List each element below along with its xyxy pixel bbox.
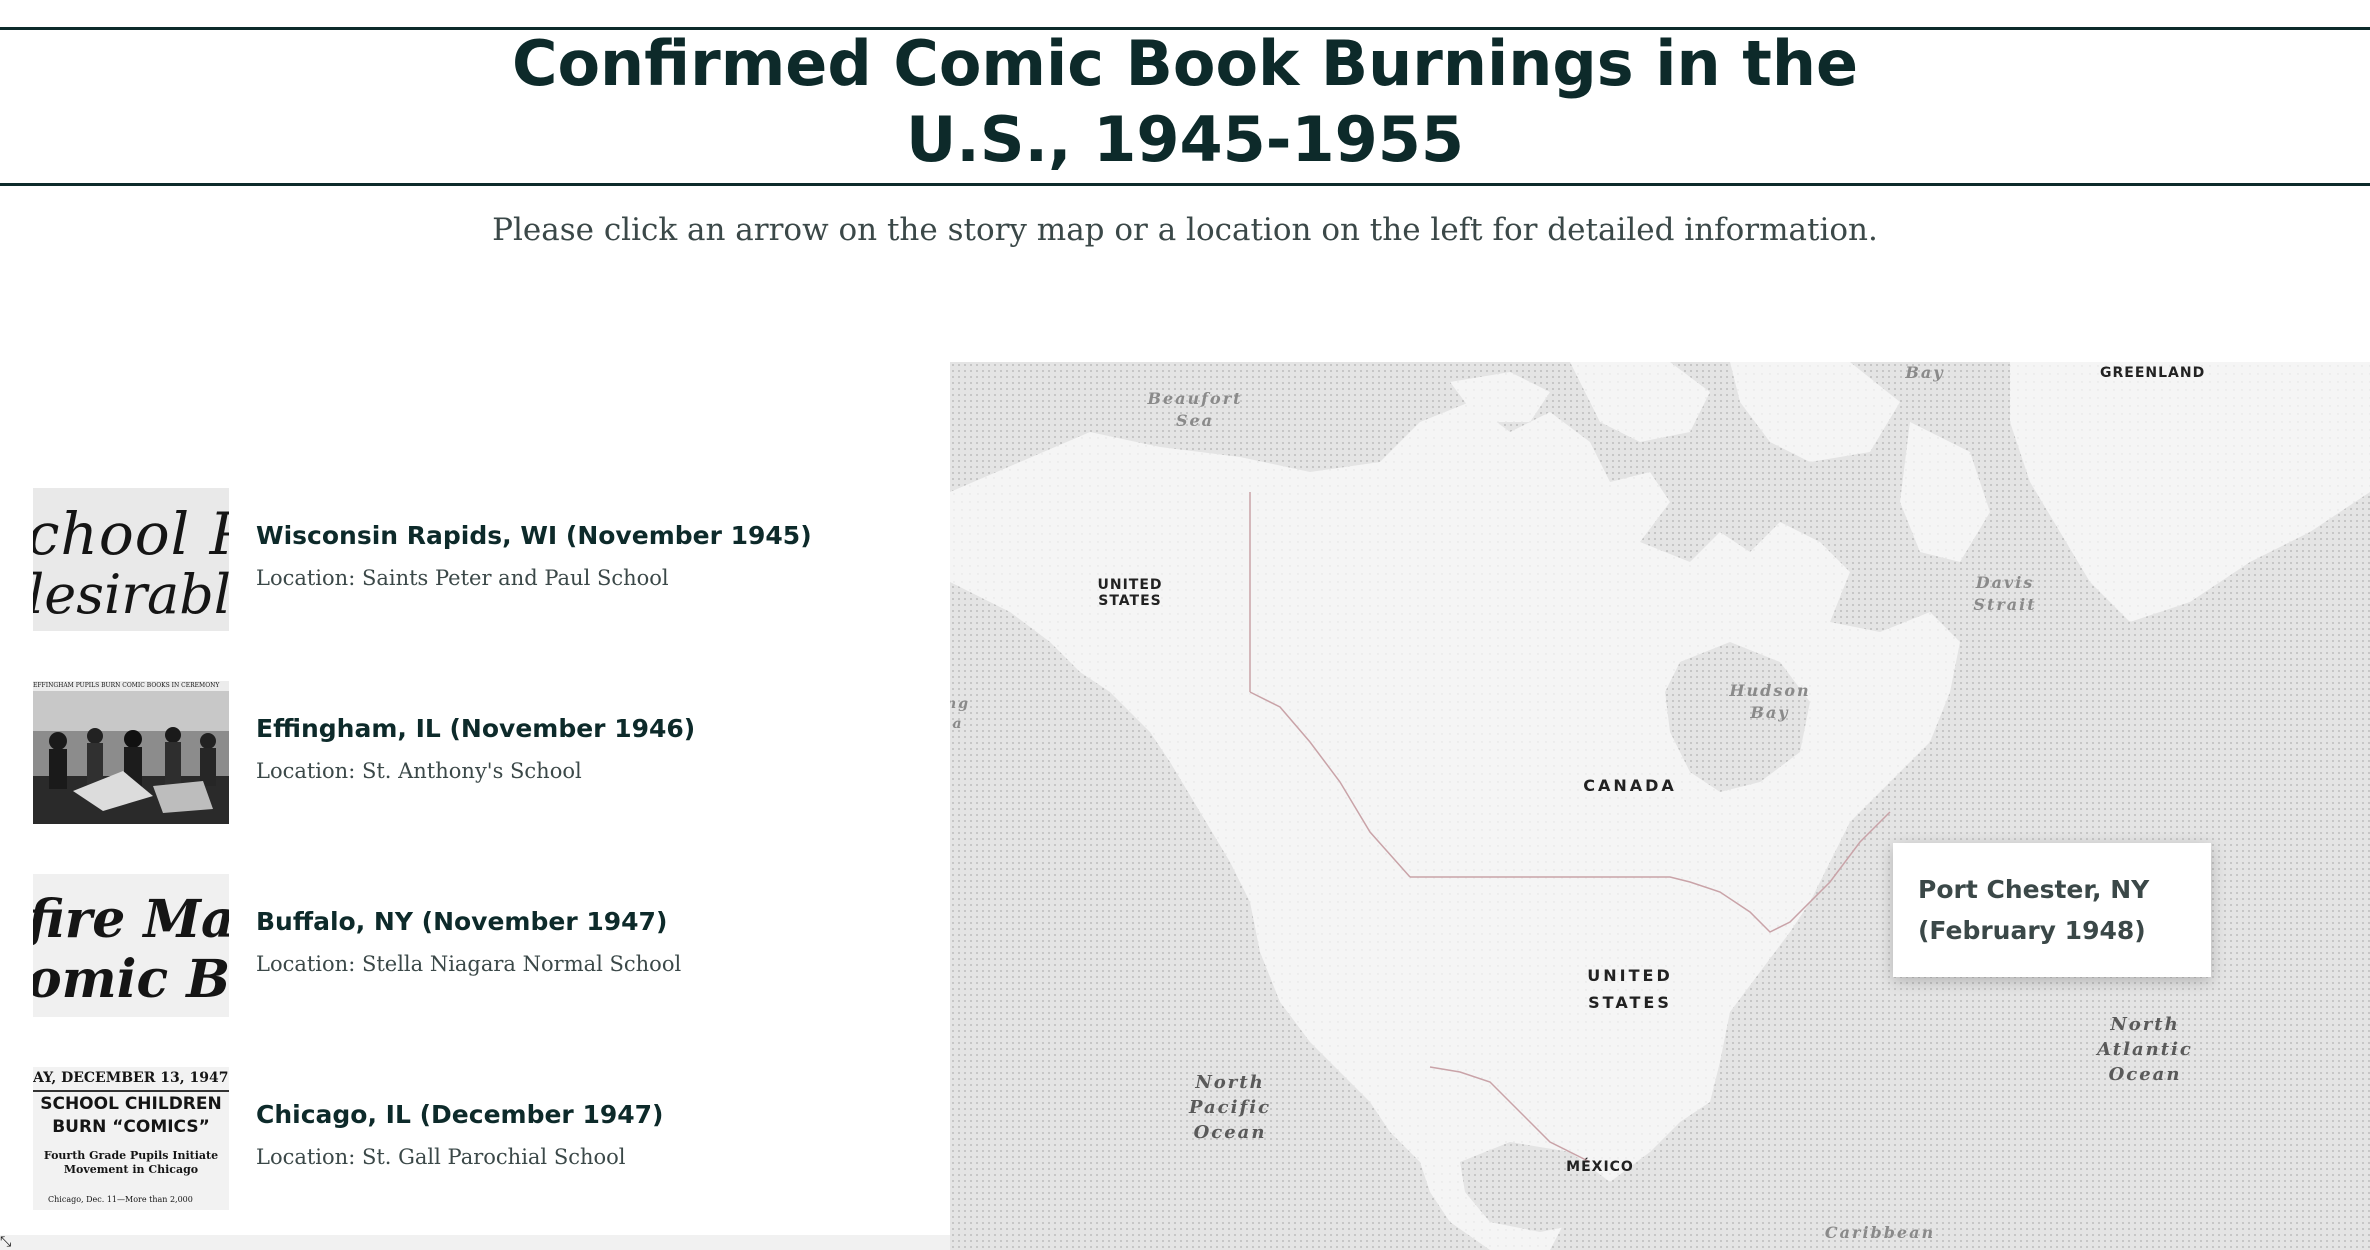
location-item-buffalo[interactable]: fire Mad omic Bo Buffalo, NY (November 1… bbox=[33, 874, 933, 1019]
location-item-effingham[interactable]: EFFINGHAM PUPILS BURN COMIC BOOKS IN CER… bbox=[33, 681, 933, 826]
popup-date: (February 1948) bbox=[1918, 916, 2146, 945]
thumbnail-rule bbox=[33, 1090, 229, 1092]
page-title-line-1: Confirmed Comic Book Burnings in the bbox=[511, 27, 1859, 100]
newspaper-photo-thumbnail: EFFINGHAM PUPILS BURN COMIC BOOKS IN CER… bbox=[33, 681, 229, 824]
resize-corner-icon[interactable]: ⤡ bbox=[0, 1234, 16, 1250]
page-title-line-2: U.S., 1945-1955 bbox=[905, 103, 1465, 176]
location-subtitle: Location: St. Gall Parochial School bbox=[256, 1145, 626, 1169]
story-map[interactable]: Beaufort Sea Bay GREENLAND UNITED STATES D… bbox=[950, 362, 2370, 1250]
horizontal-scrollbar[interactable] bbox=[0, 1235, 950, 1250]
map-label-north-atlantic: North Atlantic Ocean bbox=[2097, 1014, 2193, 1085]
popup-location: Port Chester, NY bbox=[1918, 875, 2150, 904]
thumbnail-text: SCHOOL CHILDREN bbox=[40, 1094, 222, 1114]
map-label-north-pacific: North Pacific Ocean bbox=[1188, 1072, 1272, 1143]
thumbnail-text: omic Bo bbox=[33, 949, 229, 1010]
location-title: Effingham, IL (November 1946) bbox=[256, 714, 696, 743]
map-label-davis-strait: Davis Strait bbox=[1973, 573, 2037, 614]
map-label-caribbean: Caribbean bbox=[1824, 1223, 1936, 1242]
location-item-chicago[interactable]: AY, DECEMBER 13, 1947 SCHOOL CHILDREN BU… bbox=[33, 1067, 933, 1212]
header-bottom-rule bbox=[0, 183, 2370, 186]
location-title: Wisconsin Rapids, WI (November 1945) bbox=[256, 521, 812, 550]
location-title: Chicago, IL (December 1947) bbox=[256, 1100, 664, 1129]
thumbnail-text: Movement in Chicago bbox=[63, 1163, 199, 1176]
thumbnail-text: fire Mad bbox=[33, 889, 229, 950]
thumbnail-text: Chicago, Dec. 11—More than 2,000 bbox=[48, 1195, 193, 1204]
crowd-photo-image bbox=[33, 691, 229, 824]
newspaper-thumbnail: fire Mad omic Bo bbox=[33, 874, 229, 1017]
map-label-canada: CANADA bbox=[1583, 776, 1677, 795]
instructions-text: Please click an arrow on the story map o… bbox=[492, 212, 1878, 248]
map-popup-port-chester[interactable]: Port Chester, NY (February 1948) bbox=[1893, 843, 2211, 977]
map-label-alaska: UNITED STATES bbox=[1097, 577, 1163, 609]
thumbnail-text: lesirable' bbox=[33, 563, 229, 626]
location-subtitle: Location: Saints Peter and Paul School bbox=[256, 566, 669, 590]
thumbnail-text: BURN “COMICS” bbox=[52, 1117, 210, 1137]
thumbnail-text: Fourth Grade Pupils Initiate bbox=[43, 1149, 219, 1162]
location-title: Buffalo, NY (November 1947) bbox=[256, 907, 668, 936]
thumbnail-text: AY, DECEMBER 13, 1947 bbox=[33, 1070, 229, 1086]
thumbnail-text: chool Pu bbox=[33, 500, 229, 568]
thumbnail-caption: EFFINGHAM PUPILS BURN COMIC BOOKS IN CER… bbox=[33, 681, 229, 691]
map-basemap bbox=[950, 362, 2370, 1250]
map-label-beaufort-sea: Beaufort Sea bbox=[1147, 389, 1243, 430]
map-label-baffin-bay: Bay bbox=[1905, 363, 1945, 382]
map-label-united-states: UNITED STATES bbox=[1587, 966, 1673, 1012]
map-label-hudson-bay: Hudson Bay bbox=[1729, 681, 1811, 722]
location-item-wisconsin-rapids[interactable]: chool Pu lesirable' Wisconsin Rapids, WI… bbox=[33, 488, 933, 633]
map-label-greenland: GREENLAND bbox=[2100, 365, 2206, 381]
newspaper-thumbnail: chool Pu lesirable' bbox=[33, 488, 229, 631]
map-label-mexico: MÉXICO bbox=[1566, 1159, 1634, 1175]
location-subtitle: Location: Stella Niagara Normal School bbox=[256, 952, 682, 976]
newspaper-thumbnail: AY, DECEMBER 13, 1947 SCHOOL CHILDREN BU… bbox=[33, 1067, 229, 1210]
location-subtitle: Location: St. Anthony's School bbox=[256, 759, 582, 783]
map-label-bering-fragment: nga bbox=[950, 696, 970, 732]
page-title: Confirmed Comic Book Burnings in the U.S… bbox=[0, 26, 2370, 178]
